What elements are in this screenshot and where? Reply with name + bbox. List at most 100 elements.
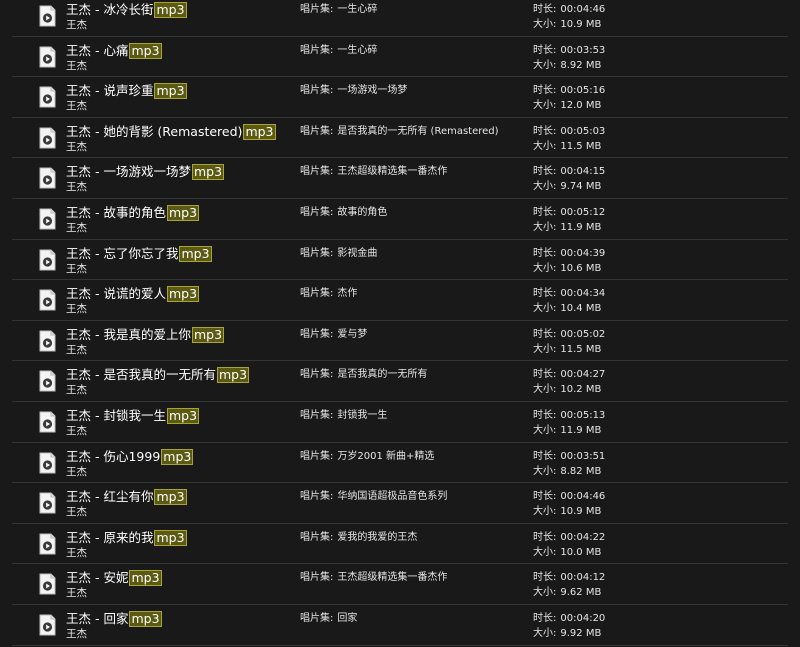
media-file-icon (39, 86, 56, 108)
album-name: 万岁2001 新曲+精选 (337, 450, 435, 462)
extension-highlight: mp3 (129, 42, 162, 59)
extension-highlight: mp3 (129, 570, 162, 587)
file-row[interactable]: 王杰 - 我是真的爱上你 mp3 王杰 唱片集: 爱与梦 时长: 00:05:02 大… (12, 321, 788, 362)
title-text: 王杰 - 故事的角色 (66, 204, 166, 220)
duration-value: 00:03:51 (560, 450, 606, 462)
duration-value: 00:05:02 (560, 328, 606, 340)
size-label: 大小: (533, 343, 557, 355)
album-label: 唱片集: (300, 247, 334, 259)
file-row[interactable]: 王杰 - 原来的我 mp3 王杰 唱片集: 爱我的我爱的王杰 时长: 00:04:22… (12, 524, 788, 565)
album-info: 唱片集: 杰作 (300, 287, 357, 300)
size-label: 大小: (533, 59, 557, 71)
size-info: 大小: 10.6 MB (533, 262, 601, 275)
duration-info: 时长: 00:04:20 (533, 612, 605, 625)
duration-label: 时长: (533, 328, 557, 340)
title-text: 王杰 - 伤心1999 (66, 448, 161, 464)
album-label: 唱片集: (300, 85, 334, 97)
file-row[interactable]: 王杰 - 故事的角色 mp3 王杰 唱片集: 故事的角色 时长: 00:05:12 大… (12, 199, 788, 240)
album-name: 故事的角色 (337, 206, 388, 218)
album-name: 王杰超级精选集一番杰作 (337, 166, 448, 178)
file-row[interactable]: 王杰 - 心痛 mp3 王杰 唱片集: 一生心碎 时长: 00:03:53 大小: 8.… (12, 37, 788, 78)
album-name: 影视金曲 (337, 247, 378, 259)
duration-value: 00:04:39 (560, 247, 606, 259)
album-label: 唱片集: (300, 288, 334, 300)
album-info: 唱片集: 爱与梦 (300, 328, 367, 341)
media-file-icon (39, 208, 56, 230)
duration-info: 时长: 00:05:02 (533, 328, 605, 341)
file-title: 王杰 - 冰冷长街 mp3 (66, 1, 187, 18)
album-info: 唱片集: 是否我真的一无所有 (300, 368, 427, 381)
file-row[interactable]: 王杰 - 红尘有你 mp3 王杰 唱片集: 华纳国语超极品音色系列 时长: 00:04… (12, 483, 788, 524)
extension-highlight: mp3 (166, 286, 200, 303)
title-text: 王杰 - 说谎的爱人 (66, 286, 166, 302)
duration-label: 时长: (533, 125, 557, 137)
file-row[interactable]: 王杰 - 安妮 mp3 王杰 唱片集: 王杰超级精选集一番杰作 时长: 00:04:1… (12, 564, 788, 605)
duration-value: 00:05:16 (560, 85, 606, 97)
album-info: 唱片集: 王杰超级精选集一番杰作 (300, 165, 447, 178)
duration-value: 00:05:03 (560, 125, 606, 137)
file-row[interactable]: 王杰 - 回家 mp3 王杰 唱片集: 回家 时长: 00:04:20 大小: 9.92… (12, 605, 788, 646)
file-row[interactable]: 王杰 - 忘了你忘了我 mp3 王杰 唱片集: 影视金曲 时长: 00:04:39 大… (12, 240, 788, 281)
album-name: 一场游戏一场梦 (337, 85, 408, 97)
duration-label: 时长: (533, 288, 557, 300)
media-file-icon (39, 492, 56, 514)
file-row[interactable]: 王杰 - 说声珍重 mp3 王杰 唱片集: 一场游戏一场梦 时长: 00:05:16 … (12, 77, 788, 118)
duration-info: 时长: 00:04:22 (533, 531, 605, 544)
album-info: 唱片集: 一场游戏一场梦 (300, 84, 407, 97)
album-name: 爱我的我爱的王杰 (337, 531, 418, 543)
duration-info: 时长: 00:04:27 (533, 368, 605, 381)
album-label: 唱片集: (300, 369, 334, 381)
file-row[interactable]: 王杰 - 冰冷长街 mp3 王杰 唱片集: 一生心碎 时长: 00:04:46 大小:… (12, 0, 788, 37)
duration-label: 时长: (533, 491, 557, 503)
size-label: 大小: (533, 627, 557, 639)
album-info: 唱片集: 是否我真的一无所有 (Remastered) (300, 125, 499, 138)
size-label: 大小: (533, 424, 557, 436)
duration-info: 时长: 00:04:39 (533, 247, 605, 260)
album-label: 唱片集: (300, 491, 334, 503)
duration-info: 时长: 00:05:13 (533, 409, 605, 422)
artist-name: 王杰 (66, 262, 87, 275)
album-label: 唱片集: (300, 328, 334, 340)
file-row[interactable]: 王杰 - 说谎的爱人 mp3 王杰 唱片集: 杰作 时长: 00:04:34 大小: 1… (12, 280, 788, 321)
size-info: 大小: 11.9 MB (533, 424, 601, 437)
duration-info: 时长: 00:05:12 (533, 206, 605, 219)
album-name: 一生心碎 (337, 4, 378, 15)
file-row[interactable]: 王杰 - 她的背影 (Remastered) mp3 王杰 唱片集: 是否我真的一无… (12, 118, 788, 159)
size-label: 大小: (533, 262, 557, 274)
artist-name: 王杰 (66, 465, 87, 478)
duration-value: 00:04:27 (560, 369, 606, 381)
extension-highlight: mp3 (129, 610, 162, 627)
file-title: 王杰 - 说声珍重 mp3 (66, 82, 187, 100)
media-file-icon (39, 411, 56, 433)
size-value: 10.4 MB (560, 303, 602, 315)
album-name: 是否我真的一无所有 (Remastered) (337, 125, 499, 137)
size-value: 11.9 MB (560, 221, 602, 233)
album-label: 唱片集: (300, 206, 334, 218)
title-text: 王杰 - 安妮 (66, 570, 129, 586)
file-title: 王杰 - 她的背影 (Remastered) mp3 (66, 123, 276, 140)
size-label: 大小: (533, 221, 557, 233)
title-text: 王杰 - 是否我真的一无所有 (66, 367, 216, 383)
duration-info: 时长: 00:03:53 (533, 44, 605, 57)
file-title: 王杰 - 心痛 mp3 (66, 42, 162, 59)
duration-info: 时长: 00:05:03 (533, 125, 605, 138)
extension-highlight: mp3 (243, 123, 276, 140)
extension-highlight: mp3 (154, 83, 187, 100)
duration-value: 00:05:12 (560, 206, 606, 218)
extension-highlight: mp3 (154, 2, 187, 18)
media-file-icon (39, 370, 56, 392)
size-label: 大小: (533, 384, 557, 396)
file-row[interactable]: 王杰 - 封锁我一生 mp3 王杰 唱片集: 封锁我一生 时长: 00:05:13 大… (12, 402, 788, 443)
title-text: 王杰 - 原来的我 (66, 529, 154, 545)
duration-value: 00:04:34 (560, 288, 606, 300)
album-label: 唱片集: (300, 572, 334, 584)
file-row[interactable]: 王杰 - 是否我真的一无所有 mp3 王杰 唱片集: 是否我真的一无所有 时长: 00… (12, 361, 788, 402)
album-label: 唱片集: (300, 166, 334, 178)
file-row[interactable]: 王杰 - 伤心1999 mp3 王杰 唱片集: 万岁2001 新曲+精选 时长: 00… (12, 443, 788, 484)
file-row[interactable]: 王杰 - 一场游戏一场梦 mp3 王杰 唱片集: 王杰超级精选集一番杰作 时长: 00… (12, 158, 788, 199)
duration-value: 00:05:13 (560, 409, 606, 421)
duration-label: 时长: (533, 369, 557, 381)
album-label: 唱片集: (300, 450, 334, 462)
size-value: 10.2 MB (560, 384, 602, 396)
size-label: 大小: (533, 181, 557, 193)
